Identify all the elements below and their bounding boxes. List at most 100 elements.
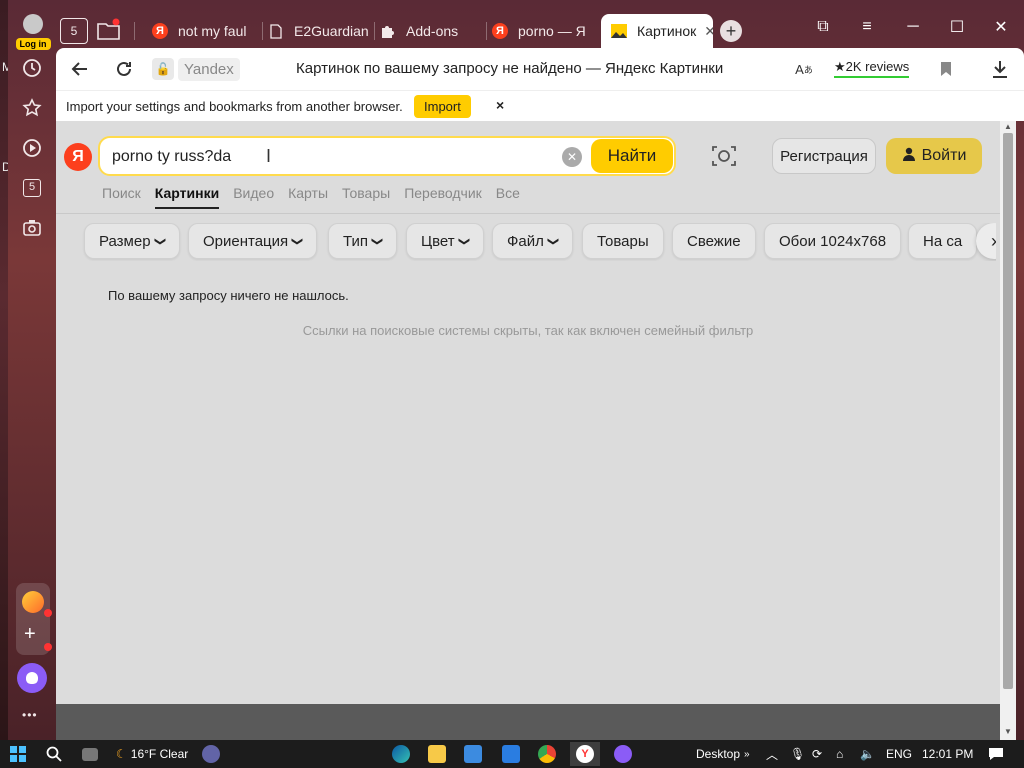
tab-title: Add-ons — [406, 23, 459, 39]
history-icon[interactable] — [16, 52, 48, 84]
mail-icon[interactable] — [502, 744, 520, 764]
page-scrollbar[interactable]: ▲ ▼ — [1000, 121, 1016, 740]
weather-widget[interactable]: ☾ 16°F Clear — [116, 744, 188, 764]
edge-icon[interactable] — [392, 744, 410, 764]
filter-size[interactable]: Размер ❯ — [84, 223, 180, 259]
chip-label: На са — [923, 232, 963, 250]
tab-not-my-fault[interactable]: Я not my faul — [152, 14, 252, 48]
page-title[interactable]: Картинок по вашему запросу не найдено — … — [296, 60, 723, 77]
minimize-button[interactable]: ─ — [898, 16, 928, 38]
language-indicator[interactable]: ENG — [886, 744, 912, 764]
reviews-badge[interactable]: ★2K reviews — [834, 59, 910, 78]
filter-on-site[interactable]: На са — [908, 223, 978, 259]
image-search-camera-icon[interactable] — [710, 142, 738, 170]
desktop-toolbar[interactable]: Desktop » — [696, 744, 750, 764]
search-input[interactable]: porno ty russ?da — [112, 148, 231, 166]
close-tab-icon[interactable]: ✕ — [704, 23, 713, 40]
yandex-browser-icon[interactable]: Y — [570, 742, 600, 766]
filter-fresh[interactable]: Свежие — [672, 223, 756, 259]
app-icon[interactable] — [22, 591, 44, 613]
tab-separator — [374, 22, 375, 40]
tab-title: not my faul — [178, 23, 247, 39]
tab-separator — [262, 22, 263, 40]
search-icon[interactable] — [46, 744, 62, 764]
translate-icon[interactable]: Aあ — [792, 57, 816, 81]
filter-color[interactable]: Цвет ❯ — [406, 223, 484, 259]
chevron-right-icon[interactable]: › — [976, 223, 996, 259]
search-submit-button[interactable]: Найти — [591, 139, 673, 173]
tab-porno[interactable]: Я porno — Я — [492, 14, 592, 48]
scroll-down-icon[interactable]: ▼ — [1004, 727, 1012, 736]
sync-icon[interactable]: ⟳ — [812, 744, 822, 764]
chrome-icon[interactable] — [538, 744, 556, 764]
notification-dot — [44, 643, 52, 651]
filter-orientation[interactable]: Ориентация ❯ — [188, 223, 318, 259]
microphone-icon[interactable]: 🎙 — [790, 744, 805, 764]
scroll-up-icon[interactable]: ▲ — [1004, 122, 1012, 131]
chip-label: Ориентация — [203, 232, 289, 250]
tab-all[interactable]: Все — [496, 185, 520, 209]
network-icon[interactable]: ⌂ — [836, 744, 843, 764]
teams-icon[interactable] — [202, 744, 220, 764]
close-window-button[interactable]: ✕ — [986, 16, 1016, 38]
tab-products[interactable]: Товары — [342, 185, 390, 209]
new-tab-button[interactable]: + — [720, 20, 742, 42]
bookmark-icon[interactable] — [934, 57, 958, 81]
yandex-logo[interactable]: Я — [64, 143, 92, 171]
login-avatar-button[interactable]: Log in — [13, 14, 53, 50]
chip-label: Цвет — [421, 232, 455, 250]
chip-label: Размер — [99, 232, 151, 250]
tab-e2guardian[interactable]: E2Guardian — [268, 14, 368, 48]
media-play-icon[interactable] — [16, 132, 48, 164]
back-button[interactable] — [68, 57, 92, 81]
site-info-button[interactable]: 🔓 Yandex — [152, 57, 240, 81]
filter-wallpaper-size[interactable]: Обои 1024x768 — [764, 223, 902, 259]
close-infobar-icon[interactable]: × — [496, 97, 504, 113]
register-button[interactable]: Регистрация — [772, 138, 876, 174]
tab-translator[interactable]: Переводчик — [404, 185, 482, 209]
tab-search[interactable]: Поиск — [102, 185, 141, 209]
alice-assistant-icon[interactable] — [17, 663, 47, 693]
add-panel-icon[interactable]: + — [24, 623, 36, 646]
task-view-icon[interactable] — [82, 744, 98, 764]
reload-button[interactable] — [112, 57, 136, 81]
clear-search-icon[interactable]: ✕ — [562, 147, 582, 167]
maximize-button[interactable]: ☐ — [942, 16, 972, 38]
clock[interactable]: 12:01 PM — [922, 744, 973, 764]
store-icon[interactable] — [464, 744, 482, 764]
tab-images[interactable]: Картинки — [154, 185, 220, 209]
login-button[interactable]: Войти — [886, 138, 982, 174]
scrollbar-thumb[interactable] — [1003, 133, 1013, 689]
menu-icon[interactable]: ≡ — [852, 16, 882, 38]
desktop-label: Desktop — [696, 747, 741, 761]
yandex-favicon-icon: Я — [492, 23, 508, 39]
notifications-icon[interactable] — [988, 744, 1004, 764]
search-service-tabs: Поиск Картинки Видео Карты Товары Перево… — [102, 185, 534, 209]
collections-icon[interactable]: ⧉ — [808, 16, 838, 38]
tab-video[interactable]: Видео — [233, 185, 274, 209]
windows-start-icon[interactable] — [10, 744, 26, 764]
bookmarks-star-icon[interactable] — [16, 92, 48, 124]
home-tabs-button[interactable]: 5 — [60, 18, 88, 44]
chevron-up-icon[interactable]: ︿ — [766, 744, 778, 764]
file-explorer-icon[interactable] — [428, 744, 446, 764]
tab-title: E2Guardian — [294, 23, 368, 39]
download-icon[interactable] — [988, 57, 1012, 81]
collections-icon[interactable]: 5 — [16, 172, 48, 204]
screenshot-icon[interactable] — [16, 212, 48, 244]
alice-icon[interactable] — [614, 744, 632, 764]
sidebar-app-panel: + — [16, 583, 52, 655]
import-button[interactable]: Import — [414, 95, 471, 118]
new-folder-icon[interactable] — [96, 18, 122, 42]
more-icon[interactable]: ••• — [22, 708, 38, 722]
filter-file[interactable]: Файл ❯ — [492, 223, 574, 259]
volume-icon[interactable]: 🔈 — [860, 744, 875, 764]
chevron-double-icon: » — [744, 748, 750, 760]
filter-products[interactable]: Товары — [582, 223, 664, 259]
tab-add-ons[interactable]: Add-ons — [380, 14, 480, 48]
filter-type[interactable]: Тип ❯ — [328, 223, 398, 259]
tab-maps[interactable]: Карты — [288, 185, 328, 209]
yandex-favicon-icon: Я — [152, 23, 168, 39]
document-icon — [268, 23, 284, 39]
tab-kartinki-active[interactable]: Картинок ✕ — [601, 14, 713, 48]
